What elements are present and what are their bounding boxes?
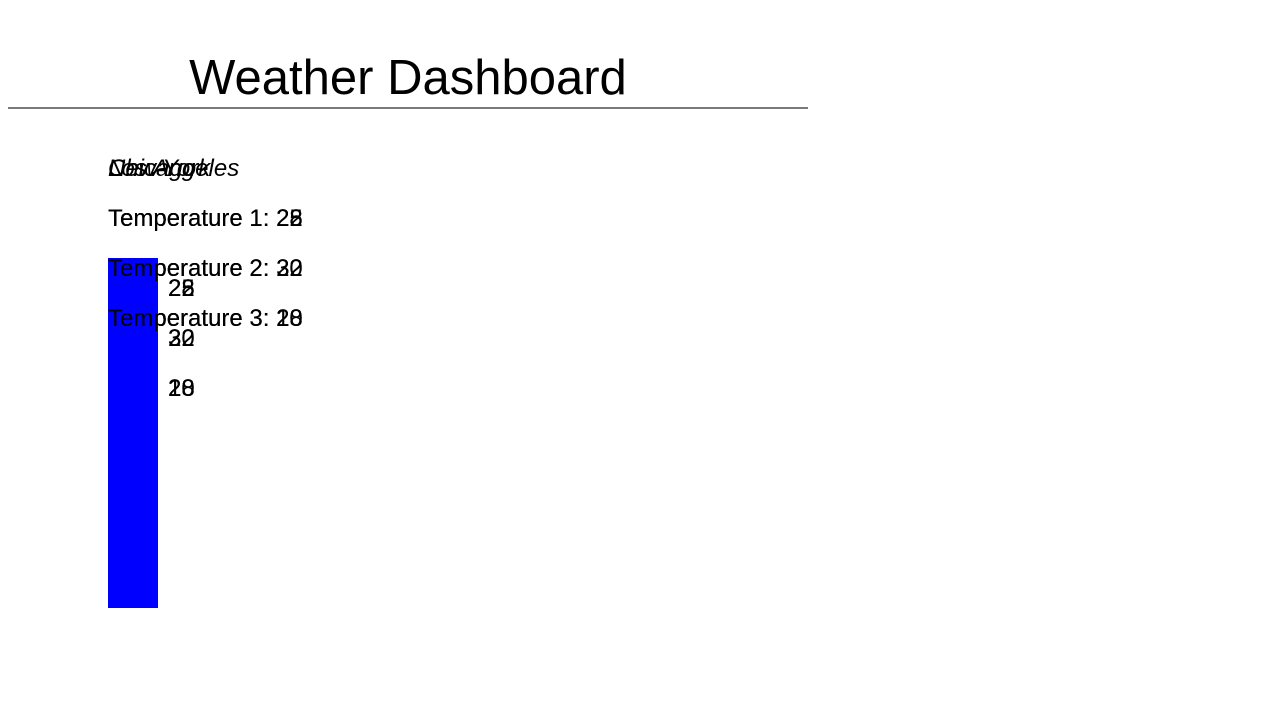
- header: Weather Dashboard: [8, 48, 808, 109]
- city-card: Chicago Temperature 1: 28 28 Temperature 2:…: [108, 150, 508, 610]
- weather-dashboard: Weather Dashboard New York Temperature 1:…: [0, 0, 1280, 720]
- temperature-reading: Temperature 2: 22: [108, 255, 303, 282]
- page-title: Weather Dashboard: [189, 51, 627, 105]
- city-name: Chicago: [108, 155, 197, 182]
- temperature-reading: Temperature 3: 18: [108, 305, 303, 332]
- bar-value-label: 18: [168, 375, 195, 402]
- temperature-reading: Temperature 1: 28: [108, 205, 303, 232]
